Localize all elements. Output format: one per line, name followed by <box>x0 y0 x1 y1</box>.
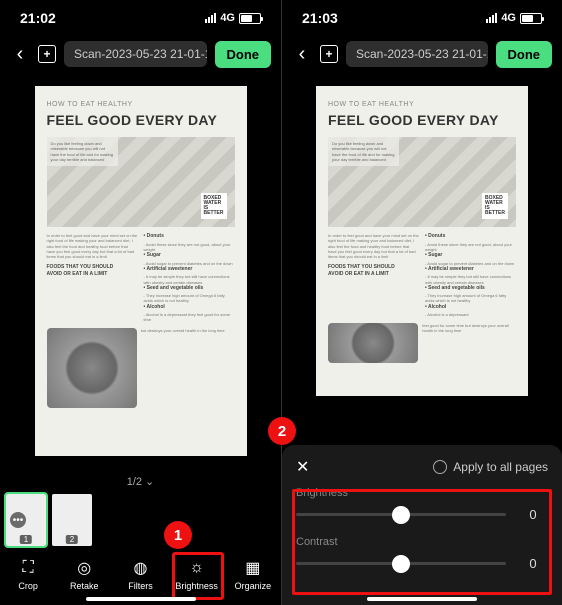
battery-icon <box>520 13 542 24</box>
organize-tool[interactable]: ▦Organize <box>228 558 278 591</box>
crop-tool[interactable]: ⛶Crop <box>3 558 53 591</box>
add-page-button[interactable]: + <box>320 45 338 63</box>
organize-icon: ▦ <box>243 558 263 578</box>
battery-icon <box>239 13 261 24</box>
status-bar: 21:02 4G <box>0 0 281 36</box>
brightness-panel: ✕ Apply to all pages Brightness 0 Contra… <box>282 445 562 605</box>
chevron-down-icon: ⌄ <box>145 475 154 488</box>
camera-icon: ◎ <box>74 558 94 578</box>
thumb-number: 2 <box>66 535 78 544</box>
doc-hero-image: Do you like feeling down and miserable b… <box>328 137 516 227</box>
boxed-water-label: BOXED WATER IS BETTER <box>482 193 508 219</box>
network-label: 4G <box>220 12 235 24</box>
document-preview[interactable]: HOW TO EAT HEALTHY FEEL GOOD EVERY DAY D… <box>0 72 281 473</box>
doc-hero-image: Do you like feeling down and miserable b… <box>47 137 235 227</box>
status-time: 21:03 <box>302 10 338 26</box>
doc-cup-image <box>47 328 137 408</box>
thumbnail-strip: ••• 1 2 <box>0 490 281 550</box>
signal-icon <box>205 13 216 23</box>
thumbnail-1[interactable]: ••• 1 <box>6 494 46 546</box>
filters-tool[interactable]: ◍Filters <box>115 558 165 591</box>
signal-icon <box>486 13 497 23</box>
close-panel-button[interactable]: ✕ <box>296 457 309 477</box>
annotation-highlight-2 <box>292 489 552 595</box>
document-title-field[interactable]: Scan-2023-05-23 21-01-17 <box>346 41 488 67</box>
status-indicators: 4G <box>205 12 261 24</box>
page-indicator[interactable]: 1/2⌄ <box>0 473 281 490</box>
scanned-page: HOW TO EAT HEALTHY FEEL GOOD EVERY DAY D… <box>35 86 247 456</box>
top-bar: ‹ + Scan-2023-05-23 21-01-17 Done <box>0 36 281 72</box>
doc-subtitle: HOW TO EAT HEALTHY <box>47 100 235 109</box>
doc-title: FEEL GOOD EVERY DAY <box>47 111 235 129</box>
done-button[interactable]: Done <box>215 41 272 68</box>
phone-right: 21:03 4G ‹ + Scan-2023-05-23 21-01-17 Do… <box>281 0 562 605</box>
apply-all-label: Apply to all pages <box>453 460 548 474</box>
filters-icon: ◍ <box>130 558 150 578</box>
doc-title: FEEL GOOD EVERY DAY <box>328 111 516 129</box>
back-button[interactable]: ‹ <box>10 43 30 66</box>
top-bar: ‹ + Scan-2023-05-23 21-01-17 Done <box>282 36 562 72</box>
doc-cup-image <box>328 323 418 363</box>
thumb-number: 1 <box>20 535 32 544</box>
radio-icon <box>433 460 447 474</box>
document-title-field[interactable]: Scan-2023-05-23 21-01-17 <box>64 41 207 67</box>
annotation-badge-2: 2 <box>268 417 296 445</box>
thumbnail-2[interactable]: 2 <box>52 494 92 546</box>
network-label: 4G <box>501 12 516 24</box>
status-bar: 21:03 4G <box>282 0 562 36</box>
back-button[interactable]: ‹ <box>292 43 312 66</box>
apply-all-toggle[interactable]: Apply to all pages <box>433 460 548 474</box>
annotation-badge-1: 1 <box>164 521 192 549</box>
doc-subtitle: HOW TO EAT HEALTHY <box>328 100 516 109</box>
scanned-page: HOW TO EAT HEALTHY FEEL GOOD EVERY DAY D… <box>316 86 528 396</box>
boxed-water-label: BOXED WATER IS BETTER <box>201 193 227 219</box>
home-indicator[interactable] <box>86 597 196 601</box>
thumbnail-menu-icon[interactable]: ••• <box>10 512 26 528</box>
annotation-highlight-1 <box>172 552 224 600</box>
phone-left: 21:02 4G ‹ + Scan-2023-05-23 21-01-17 Do… <box>0 0 281 605</box>
home-indicator[interactable] <box>367 597 477 601</box>
status-indicators: 4G <box>486 12 542 24</box>
status-time: 21:02 <box>20 10 56 26</box>
document-preview[interactable]: HOW TO EAT HEALTHY FEEL GOOD EVERY DAY D… <box>282 72 562 445</box>
retake-tool[interactable]: ◎Retake <box>59 558 109 591</box>
done-button[interactable]: Done <box>496 41 553 68</box>
crop-icon: ⛶ <box>18 558 38 578</box>
add-page-button[interactable]: + <box>38 45 56 63</box>
